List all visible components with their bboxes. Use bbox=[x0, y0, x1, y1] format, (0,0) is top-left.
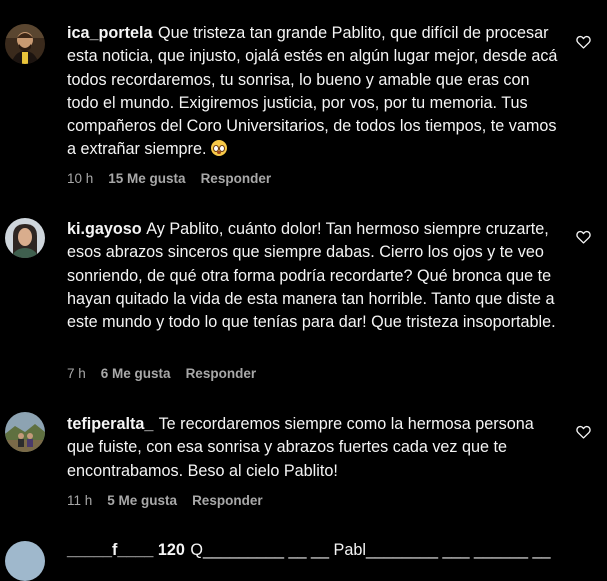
comment-likes[interactable]: 5 Me gusta bbox=[107, 493, 177, 508]
comment-text: Que tristeza tan grande Pablito, que dif… bbox=[67, 24, 558, 159]
comment-username[interactable]: tefiperalta_ bbox=[67, 415, 153, 433]
avatar[interactable] bbox=[5, 218, 45, 258]
avatar[interactable] bbox=[5, 541, 45, 581]
comment-body: tefiperalta_ Te recordaremos siempre com… bbox=[67, 413, 562, 483]
comment-meta: 7 h 6 Me gusta Responder bbox=[67, 365, 271, 383]
avatar[interactable] bbox=[5, 24, 45, 64]
reply-button[interactable]: Responder bbox=[201, 171, 272, 186]
comment-body: _____f____ 120 Q_________ __ __ Pabl____… bbox=[67, 541, 550, 560]
heart-outline-icon[interactable] bbox=[576, 35, 591, 49]
comment-body: ki.gayoso Ay Pablito, cuánto dolor! Tan … bbox=[67, 218, 562, 334]
comment-text: Q_________ __ __ Pabl________ ___ ______… bbox=[190, 541, 551, 559]
comment-username[interactable]: _____f____ 120 bbox=[67, 541, 185, 559]
comment-meta: 10 h 15 Me gusta Responder bbox=[67, 170, 286, 188]
comment-likes[interactable]: 15 Me gusta bbox=[108, 171, 185, 186]
comment-time[interactable]: 10 h bbox=[67, 171, 93, 186]
reply-button[interactable]: Responder bbox=[192, 493, 263, 508]
comment-username[interactable]: ica_portela bbox=[67, 24, 152, 42]
avatar[interactable] bbox=[5, 412, 45, 452]
comment-meta: 11 h 5 Me gusta Responder bbox=[67, 492, 278, 510]
comment-time[interactable]: 11 h bbox=[67, 493, 92, 508]
comment-time[interactable]: 7 h bbox=[67, 366, 86, 381]
reply-button[interactable]: Responder bbox=[186, 366, 257, 381]
heart-outline-icon[interactable] bbox=[576, 230, 591, 244]
comment-body: ica_portela Que tristeza tan grande Pabl… bbox=[67, 22, 562, 162]
pleading-face-icon bbox=[210, 140, 227, 157]
heart-outline-icon[interactable] bbox=[576, 425, 591, 439]
comment-username[interactable]: ki.gayoso bbox=[67, 220, 142, 238]
comment-likes[interactable]: 6 Me gusta bbox=[101, 366, 171, 381]
